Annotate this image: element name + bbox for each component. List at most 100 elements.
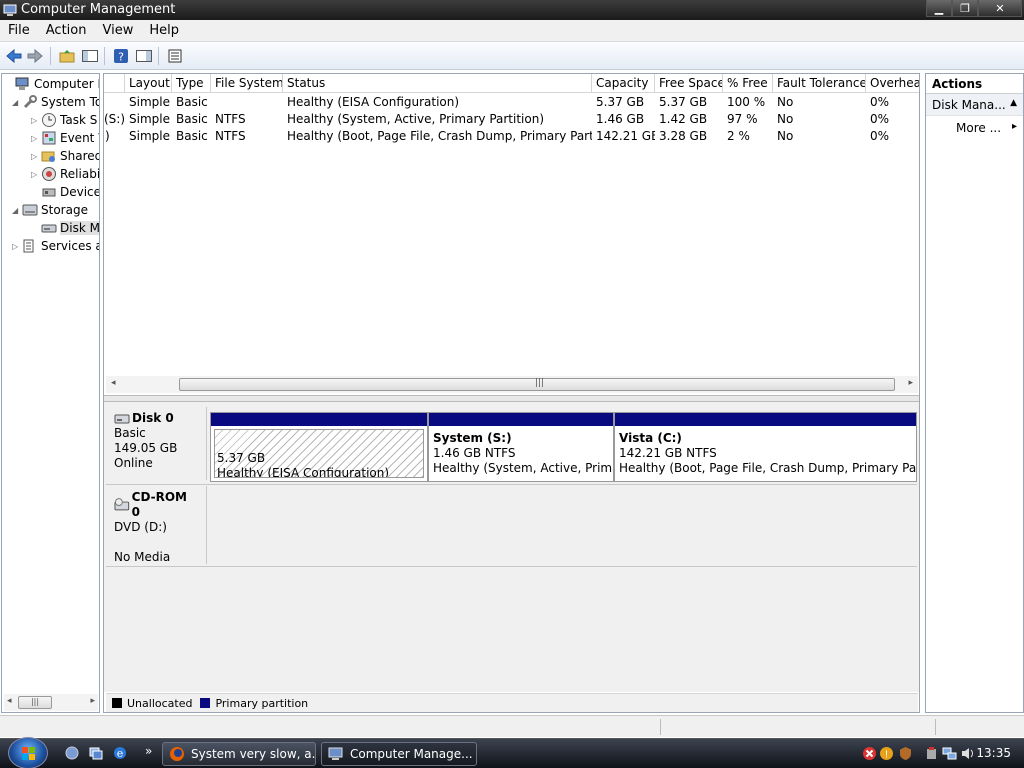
column-capacity[interactable]: Capacity xyxy=(592,74,655,93)
switch-windows-icon[interactable] xyxy=(88,745,104,761)
scroll-left-arrow[interactable]: ◂ xyxy=(7,696,12,706)
actions-section-disk-management[interactable]: Disk Mana... ▲ xyxy=(926,94,1023,116)
table-row[interactable]: ) Simple Basic NTFS Healthy (Boot, Page … xyxy=(104,128,919,145)
tree-expander[interactable]: ▷ xyxy=(12,242,22,251)
show-hide-tree-icon[interactable] xyxy=(80,46,100,66)
volume-list-horizontal-scrollbar[interactable]: ◂ ||| ▸ xyxy=(106,376,918,393)
cell-capacity: 1.46 GB xyxy=(596,112,645,126)
computer-icon xyxy=(15,77,29,90)
scroll-thumb[interactable]: ||| xyxy=(179,378,895,391)
column-layout[interactable]: Layout xyxy=(125,74,172,93)
tree-item-label: System To xyxy=(41,95,100,109)
tree-item-event-viewer[interactable]: ▷ Event V xyxy=(31,129,99,147)
cell-type: Basic xyxy=(176,112,208,126)
cell-volume: ) xyxy=(105,129,110,143)
table-row[interactable]: (S:) Simple Basic NTFS Healthy (System, … xyxy=(104,111,919,128)
update-icon[interactable]: ! xyxy=(879,746,894,761)
cell-volume xyxy=(104,94,125,111)
disk-0-label[interactable]: Disk 0 Basic 149.05 GB Online xyxy=(106,407,207,480)
tree-item-label: Shared xyxy=(60,149,100,163)
clock[interactable]: 13:35 xyxy=(976,746,1011,760)
show-hide-action-pane-icon[interactable] xyxy=(134,46,154,66)
partition-size: 142.21 GB NTFS xyxy=(619,446,717,460)
computer-management-icon xyxy=(328,747,343,760)
up-folder-icon[interactable] xyxy=(57,46,77,66)
menu-action[interactable]: Action xyxy=(38,23,95,38)
partition-eisa[interactable]: 5.37 GB Healthy (EISA Configuration) xyxy=(210,412,428,482)
power-icon[interactable] xyxy=(924,746,939,761)
scroll-grip: ||| xyxy=(535,378,545,388)
cell-percent-free: 97 % xyxy=(727,112,758,126)
taskbar-button-firefox[interactable]: System very slow, a... xyxy=(162,742,316,766)
tree-item-reliability[interactable]: ▷ Reliabi xyxy=(31,165,99,183)
tree-item-disk-management[interactable]: Disk M xyxy=(31,219,99,237)
volume-icon[interactable] xyxy=(960,746,975,761)
action-label: More ... xyxy=(956,121,1002,135)
internet-explorer-icon[interactable]: e xyxy=(112,745,128,761)
properties-icon[interactable] xyxy=(165,46,185,66)
legend-label: Unallocated xyxy=(127,696,193,710)
taskbar-button-computer-management[interactable]: Computer Manage... xyxy=(321,742,477,766)
tree-expander[interactable]: ◢ xyxy=(12,98,22,107)
partition-bar xyxy=(615,413,916,426)
toolbar: ? xyxy=(0,42,1024,70)
partition-bar xyxy=(211,413,427,426)
scroll-right-arrow[interactable]: ▸ xyxy=(90,696,95,706)
disk-state: No Media xyxy=(114,550,171,564)
cdrom-0-label[interactable]: CD-ROM 0 DVD (D:) No Media xyxy=(106,486,207,564)
tree-horizontal-scrollbar[interactable]: ◂ ||| ▸ xyxy=(4,694,98,711)
partition-system[interactable]: System (S:) 1.46 GB NTFS Healthy (System… xyxy=(428,412,614,482)
tree-expander[interactable]: ▷ xyxy=(31,152,41,161)
show-desktop-icon[interactable] xyxy=(64,745,80,761)
tree-item-computer-management[interactable]: Computer Ma xyxy=(5,75,99,93)
cell-file-system xyxy=(211,94,283,111)
tree-expander[interactable]: ▷ xyxy=(31,134,41,143)
tree-item-device-manager[interactable]: Device xyxy=(31,183,99,201)
tree-item-task-scheduler[interactable]: ▷ Task S xyxy=(31,111,97,129)
tree-expander[interactable]: ▷ xyxy=(31,170,41,179)
scroll-left-arrow[interactable]: ◂ xyxy=(111,378,116,388)
tree-item-services-applications[interactable]: ▷ Services ar xyxy=(12,237,99,255)
partition-size: 5.37 GB xyxy=(217,451,266,465)
menu-file[interactable]: File xyxy=(0,23,38,38)
network-icon[interactable] xyxy=(942,746,957,761)
close-button[interactable]: ✕ xyxy=(978,0,1022,17)
back-icon[interactable] xyxy=(4,46,24,66)
column-file-system[interactable]: File System xyxy=(211,74,283,93)
help-icon[interactable]: ? xyxy=(111,46,131,66)
table-row[interactable]: Simple Basic Healthy (EISA Configuration… xyxy=(104,94,919,111)
column-fault-tolerance[interactable]: Fault Tolerance xyxy=(773,74,866,93)
tree-expander[interactable]: ▷ xyxy=(31,116,41,125)
tree-item-shared-folders[interactable]: ▷ Shared xyxy=(31,147,100,165)
pane-splitter[interactable] xyxy=(104,395,919,402)
cell-free-space: 1.42 GB xyxy=(659,112,708,126)
menu-help[interactable]: Help xyxy=(141,23,187,38)
disk-management-pane: Layout Type File System Status Capacity … xyxy=(103,73,920,713)
collapse-icon[interactable]: ▲ xyxy=(1010,98,1017,111)
cell-file-system: NTFS xyxy=(215,129,246,143)
tree-item-system-tools[interactable]: ◢ System To xyxy=(12,93,100,111)
hard-disk-icon xyxy=(114,414,130,423)
column-overhead[interactable]: Overhead xyxy=(866,74,919,93)
column-volume[interactable] xyxy=(104,74,125,93)
forward-icon[interactable] xyxy=(25,46,45,66)
scroll-thumb[interactable]: ||| xyxy=(18,696,52,709)
svg-text:!: ! xyxy=(884,750,888,761)
minimize-button[interactable]: ▁ xyxy=(926,0,952,17)
action-more[interactable]: More ... ▸ xyxy=(926,116,1023,138)
quicklaunch-more[interactable]: » xyxy=(145,744,152,758)
column-status[interactable]: Status xyxy=(283,74,592,93)
security-alert-icon[interactable] xyxy=(862,746,877,761)
tree-item-storage[interactable]: ◢ Storage xyxy=(12,201,88,219)
cell-file-system: NTFS xyxy=(215,112,246,126)
start-button[interactable] xyxy=(8,737,48,768)
scroll-right-arrow[interactable]: ▸ xyxy=(908,378,913,388)
column-type[interactable]: Type xyxy=(172,74,211,93)
restore-button[interactable]: ❐ xyxy=(952,0,978,17)
tree-expander[interactable]: ◢ xyxy=(12,206,22,215)
partition-vista[interactable]: Vista (C:) 142.21 GB NTFS Healthy (Boot,… xyxy=(614,412,917,482)
column-percent-free[interactable]: % Free xyxy=(723,74,773,93)
menu-view[interactable]: View xyxy=(94,23,141,38)
column-free-space[interactable]: Free Space xyxy=(655,74,723,93)
shield-icon[interactable] xyxy=(898,746,913,761)
